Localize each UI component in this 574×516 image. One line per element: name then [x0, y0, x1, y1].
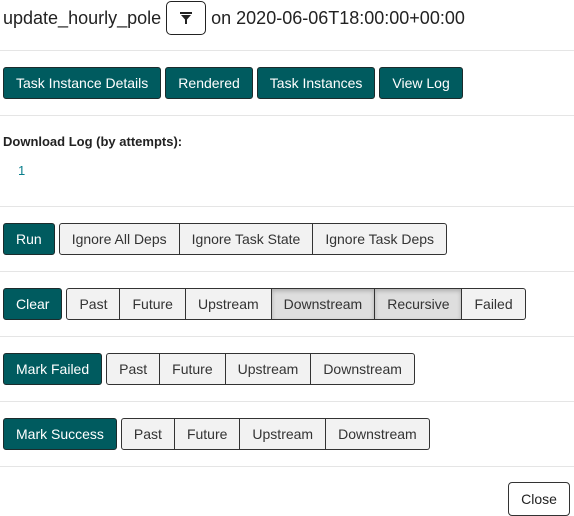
failed-past-toggle[interactable]: Past: [106, 353, 161, 385]
execution-date: on 2020-06-06T18:00:00+00:00: [211, 7, 465, 28]
clear-failed-toggle[interactable]: Failed: [462, 288, 526, 320]
mark-failed-row: Mark Failed Past Future Upstream Downstr…: [3, 353, 415, 385]
download-attempt-link[interactable]: 1: [18, 163, 25, 178]
mark-success-row: Mark Success Past Future Upstream Downst…: [3, 418, 430, 450]
mark-success-options-group: Past Future Upstream Downstream: [120, 418, 430, 450]
mark-failed-button[interactable]: Mark Failed: [3, 353, 103, 385]
clear-future-toggle[interactable]: Future: [120, 288, 186, 320]
success-upstream-toggle[interactable]: Upstream: [240, 418, 327, 450]
success-downstream-toggle[interactable]: Downstream: [326, 418, 430, 450]
mark-success-button[interactable]: Mark Success: [3, 418, 117, 450]
modal-header: update_hourly_pole on 2020-06-06T18:00:0…: [3, 0, 465, 36]
run-options-group: Ignore All Deps Ignore Task State Ignore…: [58, 223, 448, 255]
task-id-title: update_hourly_pole: [3, 7, 162, 28]
clear-past-toggle[interactable]: Past: [66, 288, 121, 320]
ignore-task-deps-toggle[interactable]: Ignore Task Deps: [313, 223, 448, 255]
divider: [0, 50, 574, 51]
failed-downstream-toggle[interactable]: Downstream: [311, 353, 415, 385]
filter-icon: [180, 12, 193, 24]
divider: [0, 271, 574, 272]
clear-upstream-toggle[interactable]: Upstream: [185, 288, 272, 320]
clear-options-group: Past Future Upstream Downstream Recursiv…: [66, 288, 526, 320]
download-log-label: Download Log (by attempts):: [3, 134, 183, 149]
failed-upstream-toggle[interactable]: Upstream: [225, 353, 312, 385]
divider: [0, 466, 574, 467]
clear-recursive-toggle[interactable]: Recursive: [375, 288, 463, 320]
clear-row: Clear Past Future Upstream Downstream Re…: [3, 288, 526, 320]
divider: [0, 115, 574, 116]
run-button[interactable]: Run: [3, 223, 55, 255]
filter-button[interactable]: [166, 1, 207, 35]
task-instance-details-button[interactable]: Task Instance Details: [3, 67, 162, 99]
divider: [0, 206, 574, 207]
clear-button[interactable]: Clear: [3, 288, 63, 320]
task-instances-button[interactable]: Task Instances: [256, 67, 376, 99]
run-row: Run Ignore All Deps Ignore Task State Ig…: [3, 223, 448, 255]
success-past-toggle[interactable]: Past: [120, 418, 175, 450]
divider: [0, 401, 574, 402]
view-log-button[interactable]: View Log: [379, 67, 463, 99]
ignore-task-state-toggle[interactable]: Ignore Task State: [179, 223, 314, 255]
divider: [0, 336, 574, 337]
ignore-all-deps-toggle[interactable]: Ignore All Deps: [58, 223, 180, 255]
nav-button-row: Task Instance Details Rendered Task Inst…: [3, 67, 463, 99]
clear-downstream-toggle[interactable]: Downstream: [271, 288, 376, 320]
failed-future-toggle[interactable]: Future: [160, 353, 226, 385]
close-button[interactable]: Close: [508, 482, 570, 516]
rendered-button[interactable]: Rendered: [165, 67, 253, 99]
success-future-toggle[interactable]: Future: [174, 418, 241, 450]
mark-failed-options-group: Past Future Upstream Downstream: [106, 353, 415, 385]
